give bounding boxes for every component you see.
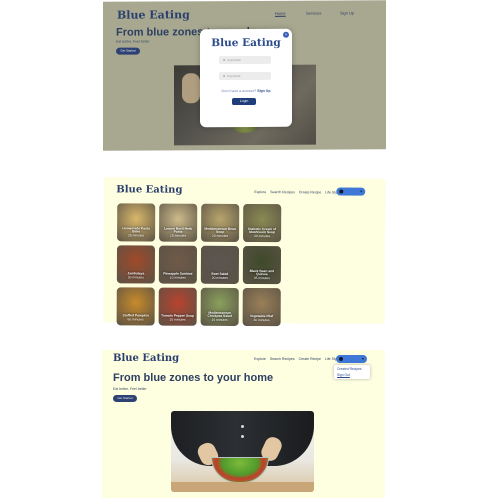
profile-dropdown: Created Recipes Sign Out <box>334 365 370 379</box>
main-nav: Explore Search Recipes Create Recipe Lif… <box>254 357 339 361</box>
menu-item-sign-out[interactable]: Sign Out <box>337 373 350 377</box>
recipe-card[interactable]: Jambalaya 30 minutes <box>116 245 156 284</box>
hero-title: From blue zones to your home <box>113 372 274 384</box>
nav-search-recipes[interactable]: Search Recipes <box>270 357 295 361</box>
nav-search-recipes[interactable]: Search Recipes <box>270 190 295 194</box>
app-logo[interactable]: Blue Eating <box>116 184 182 195</box>
avatar <box>339 357 343 361</box>
recipe-time: 30 minutes <box>253 318 270 323</box>
password-placeholder: Password <box>227 74 241 79</box>
recipe-grid: Homemade Pasta Bake 25 minutes Lemon Basil… <box>116 203 282 327</box>
hero-subtitle: Eat better, Feel better <box>116 39 150 44</box>
landing-screen: Blue Eating Explore Search Recipes Creat… <box>102 350 385 498</box>
recipe-card-label: Jambalaya 30 minutes <box>117 272 155 281</box>
recipe-card-label: Mediterranean Chickpea Salad 15 minutes <box>201 310 239 323</box>
nav-explore[interactable]: Explore <box>254 357 266 361</box>
recipe-card-label: Stuffed Pumpkin 60 minutes <box>117 314 155 323</box>
recipe-time: 60 minutes <box>127 317 144 322</box>
get-started-button[interactable]: Get Started <box>116 47 140 55</box>
login-screen: Blue Eating Home Services Sign Up From b… <box>103 0 386 151</box>
recipe-card-label: Lemon Basil Herb Pasta 15 minutes <box>159 226 197 239</box>
hand-image <box>182 73 200 104</box>
get-started-button[interactable]: Get Started <box>113 395 137 402</box>
recipe-card[interactable]: Beet Salad 20 minutes <box>200 245 240 284</box>
menu-item-created-recipes[interactable]: Created Recipes <box>337 367 362 371</box>
chevron-down-icon: ▾ <box>360 188 363 194</box>
recipe-time: 20 minutes <box>211 234 229 239</box>
username-placeholder: Username <box>227 58 241 63</box>
login-modal: × Blue Eating ● Username ● Password Don't … <box>200 28 292 128</box>
modal-logo: Blue Eating <box>211 36 281 50</box>
nav-sign-up[interactable]: Sign Up <box>340 10 354 15</box>
user-icon: ● <box>223 58 226 63</box>
recipe-time: 25 minutes <box>127 233 145 238</box>
login-button[interactable]: Login <box>232 97 256 106</box>
recipe-card[interactable]: Lemon Basil Herb Pasta 15 minutes <box>159 203 198 242</box>
recipe-card[interactable]: Vegetable Pilaf 30 minutes <box>242 287 281 327</box>
cutting-board-image <box>171 482 314 492</box>
nav-home[interactable]: Home <box>275 11 286 16</box>
recipe-card[interactable]: Black Bean and Quinoa 35 minutes <box>242 245 282 285</box>
recipe-card-label: Pineapple Sashimi 10 minutes <box>159 272 197 281</box>
profile-menu-button[interactable]: ▾ <box>336 355 367 363</box>
recipe-card-label: Tomato Pepper Soup 25 minutes <box>159 314 197 323</box>
recipe-card-label: Homemade Pasta Bake 25 minutes <box>117 226 155 239</box>
recipe-card-label: Diabetic Cream of Mushroom Soup 30 minute… <box>243 227 281 240</box>
recipe-card-label: Black Bean and Quinoa 35 minutes <box>243 269 281 282</box>
lock-icon: ● <box>223 74 226 79</box>
recipe-card-label: Beet Salad 20 minutes <box>201 272 239 281</box>
nav-create-recipe[interactable]: Create Recipe <box>299 190 321 194</box>
recipe-card-label: Vegetable Pilaf 30 minutes <box>243 314 281 323</box>
recipe-time: 30 minutes <box>253 234 271 239</box>
recipe-card-label: Mediterranean Bean Soup 20 minutes <box>201 226 239 239</box>
screenshot-stage: Blue Eating Home Services Sign Up From b… <box>0 0 500 500</box>
recipe-card[interactable]: Diabetic Cream of Mushroom Soup 30 minute… <box>243 203 282 243</box>
profile-menu-button[interactable]: ▾ <box>336 187 366 196</box>
signup-prompt: Don't have a account? Sign Up <box>200 89 292 93</box>
recipe-time: 30 minutes <box>127 275 144 280</box>
recipe-card[interactable]: Homemade Pasta Bake 25 minutes <box>117 203 156 242</box>
nav-services[interactable]: Services <box>306 11 321 16</box>
recipe-time: 20 minutes <box>211 276 228 281</box>
hero-subtitle: Eat better, Feel better <box>113 387 147 391</box>
avatar <box>339 189 344 194</box>
recipe-card[interactable]: Tomato Pepper Soup 25 minutes <box>158 287 197 326</box>
recipe-card[interactable]: Mediterranean Bean Soup 20 minutes <box>201 203 240 242</box>
recipe-time: 35 minutes <box>253 276 270 281</box>
recipe-time: 15 minutes <box>211 318 228 323</box>
recipe-card[interactable]: Pineapple Sashimi 10 minutes <box>158 245 198 284</box>
recipe-card[interactable]: Stuffed Pumpkin 60 minutes <box>116 287 155 326</box>
nav-explore[interactable]: Explore <box>254 190 266 194</box>
chef-button <box>241 435 244 438</box>
recipe-time: 10 minutes <box>169 275 186 280</box>
recipe-grid-screen: Blue Eating Explore Search Recipes Creat… <box>103 177 386 327</box>
app-logo[interactable]: Blue Eating <box>117 8 190 21</box>
signup-prompt-text: Don't have a account? <box>221 88 257 94</box>
main-nav: Explore Search Recipes Create Recipe Lif… <box>254 190 339 194</box>
chef-button <box>241 425 244 428</box>
recipe-card[interactable]: Mediterranean Chickpea Salad 15 minutes <box>200 287 239 326</box>
nav-create-recipe[interactable]: Create Recipe <box>299 357 321 361</box>
hero-image <box>171 411 314 492</box>
recipe-time: 15 minutes <box>169 233 187 238</box>
username-field[interactable]: ● Username <box>219 55 271 65</box>
salad-bowl-image <box>211 457 269 483</box>
signup-link[interactable]: Sign Up <box>257 89 270 93</box>
chevron-down-icon: ▾ <box>361 356 364 361</box>
password-field[interactable]: ● Password <box>219 71 271 81</box>
app-logo[interactable]: Blue Eating <box>113 353 179 364</box>
recipe-time: 25 minutes <box>169 317 186 322</box>
